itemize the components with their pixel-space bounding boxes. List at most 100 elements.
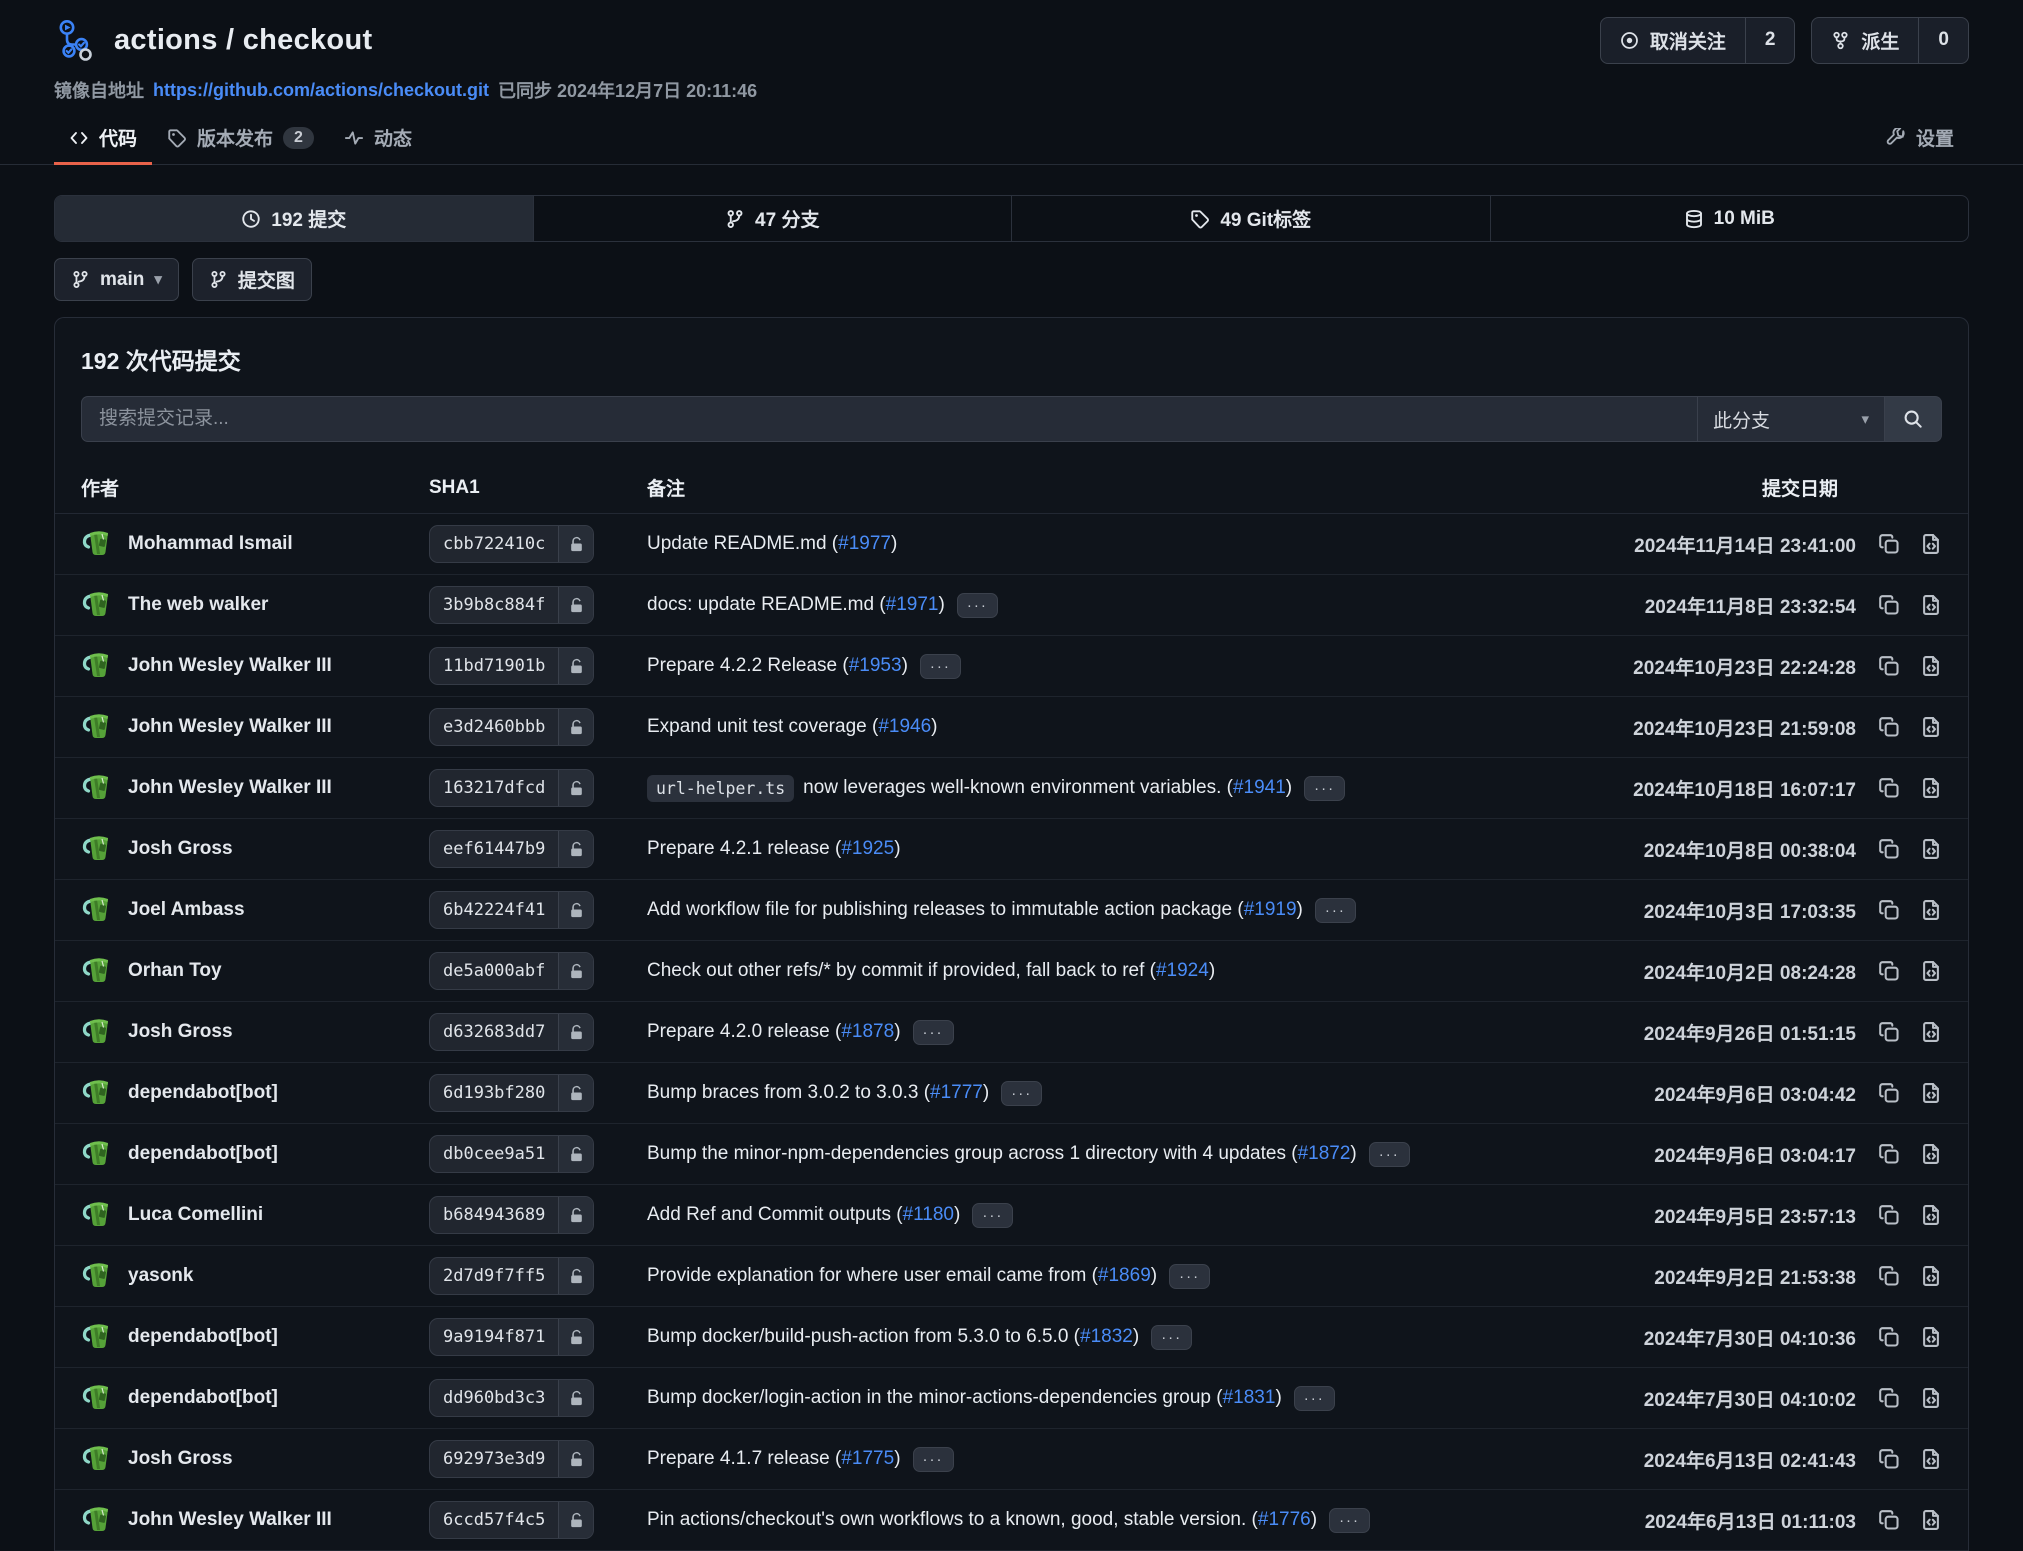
expand-commit-button[interactable]: ··· bbox=[1315, 898, 1356, 923]
tab-settings[interactable]: 设置 bbox=[1871, 113, 1969, 165]
tab-code[interactable]: 代码 bbox=[54, 113, 152, 165]
browse-source-button[interactable] bbox=[1920, 1021, 1942, 1043]
expand-commit-button[interactable]: ··· bbox=[1169, 1264, 1210, 1289]
expand-commit-button[interactable]: ··· bbox=[1001, 1081, 1042, 1106]
commit-author[interactable]: John Wesley Walker III bbox=[81, 649, 429, 683]
browse-source-button[interactable] bbox=[1920, 899, 1942, 921]
commit-author[interactable]: dependabot[bot] bbox=[81, 1381, 429, 1415]
commit-author[interactable]: Josh Gross bbox=[81, 1015, 429, 1049]
avatar[interactable] bbox=[81, 1198, 115, 1232]
avatar[interactable] bbox=[81, 1442, 115, 1476]
expand-commit-button[interactable]: ··· bbox=[920, 654, 961, 679]
expand-commit-button[interactable]: ··· bbox=[1294, 1386, 1335, 1411]
stat-size[interactable]: 10 MiB bbox=[1490, 196, 1969, 241]
commit-author[interactable]: John Wesley Walker III bbox=[81, 771, 429, 805]
commit-sha-link[interactable]: dd960bd3c3 bbox=[429, 1379, 594, 1417]
copy-sha-button[interactable] bbox=[1878, 1326, 1900, 1348]
commit-author[interactable]: Orhan Toy bbox=[81, 954, 429, 988]
issue-link[interactable]: #1777 bbox=[930, 1082, 983, 1104]
fork-button[interactable]: 派生 0 bbox=[1811, 17, 1969, 64]
browse-source-button[interactable] bbox=[1920, 1387, 1942, 1409]
copy-sha-button[interactable] bbox=[1878, 1204, 1900, 1226]
avatar[interactable] bbox=[81, 527, 115, 561]
commit-author[interactable]: Mohammad Ismail bbox=[81, 527, 429, 561]
avatar[interactable] bbox=[81, 588, 115, 622]
copy-sha-button[interactable] bbox=[1878, 716, 1900, 738]
fork-count[interactable]: 0 bbox=[1918, 18, 1968, 63]
browse-source-button[interactable] bbox=[1920, 1265, 1942, 1287]
expand-commit-button[interactable]: ··· bbox=[1304, 776, 1345, 801]
issue-link[interactable]: #1946 bbox=[878, 716, 931, 738]
issue-link[interactable]: #1977 bbox=[838, 533, 891, 555]
issue-link[interactable]: #1872 bbox=[1298, 1143, 1351, 1165]
copy-sha-button[interactable] bbox=[1878, 777, 1900, 799]
expand-commit-button[interactable]: ··· bbox=[913, 1447, 954, 1472]
commit-graph-button[interactable]: 提交图 bbox=[192, 258, 312, 301]
issue-link[interactable]: #1971 bbox=[886, 594, 939, 616]
copy-sha-button[interactable] bbox=[1878, 1021, 1900, 1043]
copy-sha-button[interactable] bbox=[1878, 838, 1900, 860]
commit-author[interactable]: dependabot[bot] bbox=[81, 1137, 429, 1171]
watch-count[interactable]: 2 bbox=[1745, 18, 1795, 63]
commit-author[interactable]: Luca Comellini bbox=[81, 1198, 429, 1232]
commit-author[interactable]: yasonk bbox=[81, 1259, 429, 1293]
avatar[interactable] bbox=[81, 1137, 115, 1171]
issue-link[interactable]: #1869 bbox=[1098, 1265, 1151, 1287]
avatar[interactable] bbox=[81, 1503, 115, 1537]
search-input[interactable] bbox=[81, 396, 1697, 442]
avatar[interactable] bbox=[81, 832, 115, 866]
copy-sha-button[interactable] bbox=[1878, 1082, 1900, 1104]
issue-link[interactable]: #1775 bbox=[841, 1448, 894, 1470]
issue-link[interactable]: #1925 bbox=[841, 838, 894, 860]
copy-sha-button[interactable] bbox=[1878, 594, 1900, 616]
browse-source-button[interactable] bbox=[1920, 1204, 1942, 1226]
watch-button[interactable]: 取消关注 2 bbox=[1600, 17, 1796, 64]
commit-author[interactable]: John Wesley Walker III bbox=[81, 1503, 429, 1537]
browse-source-button[interactable] bbox=[1920, 1326, 1942, 1348]
browse-source-button[interactable] bbox=[1920, 1448, 1942, 1470]
commit-sha-link[interactable]: db0cee9a51 bbox=[429, 1135, 594, 1173]
browse-source-button[interactable] bbox=[1920, 533, 1942, 555]
issue-link[interactable]: #1831 bbox=[1223, 1387, 1276, 1409]
browse-source-button[interactable] bbox=[1920, 838, 1942, 860]
tab-releases[interactable]: 版本发布 2 bbox=[152, 113, 329, 165]
commit-sha-link[interactable]: 6d193bf280 bbox=[429, 1074, 594, 1112]
branch-filter-select[interactable]: 此分支 ▾ bbox=[1697, 396, 1885, 442]
tab-activity[interactable]: 动态 bbox=[329, 113, 427, 165]
commit-sha-link[interactable]: de5a000abf bbox=[429, 952, 594, 990]
expand-commit-button[interactable]: ··· bbox=[1369, 1142, 1410, 1167]
browse-source-button[interactable] bbox=[1920, 655, 1942, 677]
commit-sha-link[interactable]: eef61447b9 bbox=[429, 830, 594, 868]
copy-sha-button[interactable] bbox=[1878, 1448, 1900, 1470]
issue-link[interactable]: #1180 bbox=[903, 1204, 954, 1226]
copy-sha-button[interactable] bbox=[1878, 899, 1900, 921]
stat-tags[interactable]: 49 Git标签 bbox=[1011, 196, 1490, 241]
browse-source-button[interactable] bbox=[1920, 1509, 1942, 1531]
commit-sha-link[interactable]: 9a9194f871 bbox=[429, 1318, 594, 1356]
commit-sha-link[interactable]: 11bd71901b bbox=[429, 647, 594, 685]
commit-sha-link[interactable]: cbb722410c bbox=[429, 525, 594, 563]
commit-sha-link[interactable]: 692973e3d9 bbox=[429, 1440, 594, 1478]
expand-commit-button[interactable]: ··· bbox=[972, 1203, 1013, 1228]
expand-commit-button[interactable]: ··· bbox=[957, 593, 998, 618]
commit-sha-link[interactable]: b684943689 bbox=[429, 1196, 594, 1234]
commit-sha-link[interactable]: d632683dd7 bbox=[429, 1013, 594, 1051]
commit-author[interactable]: dependabot[bot] bbox=[81, 1320, 429, 1354]
avatar[interactable] bbox=[81, 893, 115, 927]
commit-author[interactable]: John Wesley Walker III bbox=[81, 710, 429, 744]
commit-author[interactable]: Joel Ambass bbox=[81, 893, 429, 927]
commit-sha-link[interactable]: 3b9b8c884f bbox=[429, 586, 594, 624]
copy-sha-button[interactable] bbox=[1878, 1265, 1900, 1287]
browse-source-button[interactable] bbox=[1920, 1143, 1942, 1165]
avatar[interactable] bbox=[81, 649, 115, 683]
issue-link[interactable]: #1832 bbox=[1080, 1326, 1133, 1348]
commit-sha-link[interactable]: 6b42224f41 bbox=[429, 891, 594, 929]
browse-source-button[interactable] bbox=[1920, 594, 1942, 616]
issue-link[interactable]: #1953 bbox=[849, 655, 902, 677]
expand-commit-button[interactable]: ··· bbox=[1329, 1508, 1370, 1533]
browse-source-button[interactable] bbox=[1920, 1082, 1942, 1104]
mirror-url-link[interactable]: https://github.com/actions/checkout.git bbox=[153, 80, 489, 101]
avatar[interactable] bbox=[81, 1320, 115, 1354]
commit-sha-link[interactable]: e3d2460bbb bbox=[429, 708, 594, 746]
commit-sha-link[interactable]: 6ccd57f4c5 bbox=[429, 1501, 594, 1539]
